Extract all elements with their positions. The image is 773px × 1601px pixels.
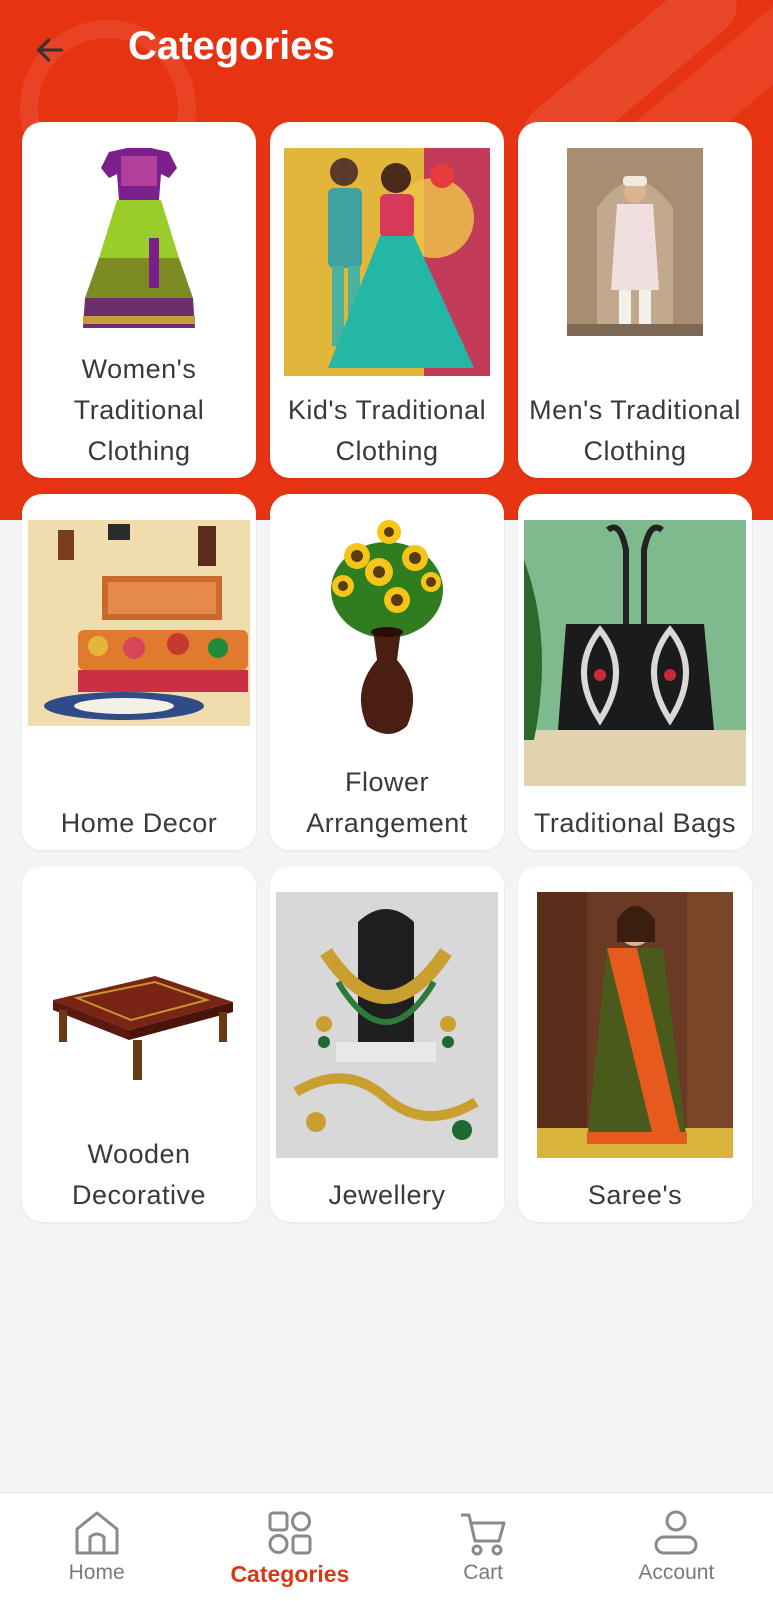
nav-label: Account [638, 1561, 715, 1584]
category-label: Wooden Decorative [71, 1139, 207, 1210]
category-card-kids[interactable]: Kid's Traditional Clothing [270, 122, 504, 478]
category-label: Home Decor [60, 808, 218, 838]
home-icon [75, 1511, 119, 1555]
nav-label-active: Categories [230, 1561, 350, 1587]
category-card-womens[interactable]: Women's Traditional Clothing [22, 122, 256, 478]
category-card-mens[interactable]: Men's Traditional Clothing [518, 122, 752, 478]
category-label: Women's Traditional Clothing [73, 354, 205, 466]
embroidered-tote-bag-image [524, 520, 746, 786]
category-card-flower-arrangement[interactable]: Flower Arrangement [270, 494, 504, 850]
page-title: Categories [128, 24, 335, 68]
category-card-wooden-decorative[interactable]: Wooden Decorative [22, 866, 256, 1222]
categories-icon [268, 1511, 312, 1555]
category-label: Men's Traditional Clothing [529, 395, 741, 466]
category-label: Jewellery [328, 1180, 446, 1210]
nav-label: Home [68, 1561, 125, 1584]
category-label: Flower Arrangement [306, 767, 468, 838]
category-card-sarees[interactable]: Saree's [518, 866, 752, 1222]
living-room-decor-image [28, 520, 250, 726]
category-label: Kid's Traditional Clothing [287, 395, 487, 466]
men-sherwani-image [567, 148, 703, 336]
category-grid: Women's Traditional Clothing Kid's Tradi… [22, 122, 752, 1222]
cart-icon [461, 1513, 506, 1556]
category-card-jewellery[interactable]: Jewellery [270, 866, 504, 1222]
category-card-home-decor[interactable]: Home Decor [22, 494, 256, 850]
lehenga-dress-image [83, 148, 195, 328]
nav-account[interactable]: Account [580, 1493, 773, 1601]
saree-model-image [537, 892, 733, 1158]
nav-label: Cart [463, 1561, 503, 1584]
nav-cart[interactable]: Cart [387, 1493, 580, 1601]
back-button[interactable] [28, 28, 72, 72]
bottom-navigation: Home Categories Cart Account [0, 1492, 773, 1601]
nav-categories[interactable]: Categories [193, 1493, 386, 1601]
account-icon [654, 1510, 698, 1555]
bridal-jewellery-set-image [276, 892, 498, 1158]
wooden-low-table-image [53, 976, 233, 1080]
category-label: Traditional Bags [533, 808, 737, 838]
sunflowers-vase-image [331, 520, 443, 734]
nav-home[interactable]: Home [0, 1493, 193, 1601]
kids-ethnic-wear-image [284, 148, 490, 376]
back-arrow-icon [37, 38, 63, 62]
category-card-traditional-bags[interactable]: Traditional Bags [518, 494, 752, 850]
category-label: Saree's [587, 1180, 683, 1210]
